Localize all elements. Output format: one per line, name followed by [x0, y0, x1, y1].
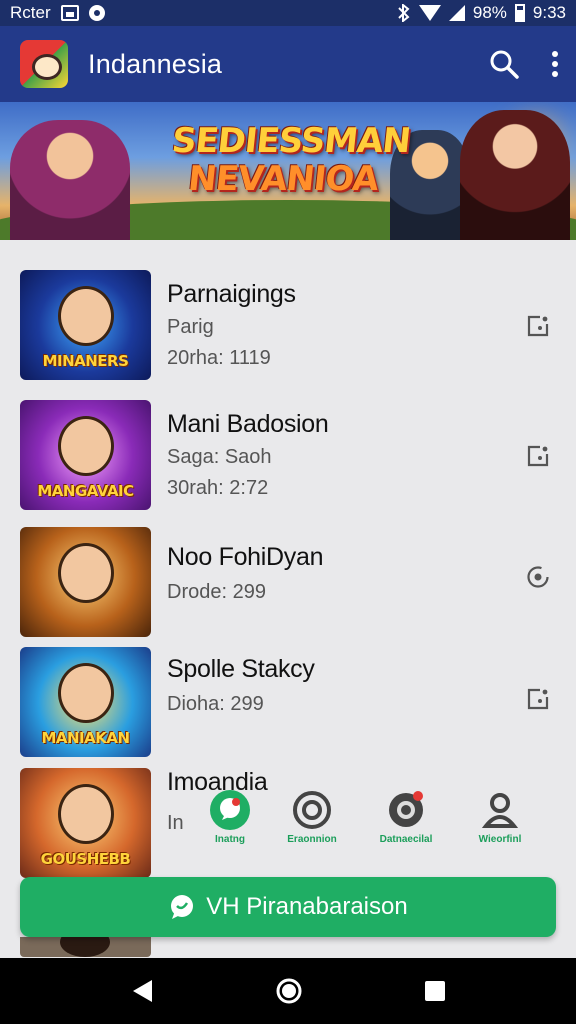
- list-item-subtitle: Saga: Saoh: [167, 446, 272, 468]
- battery-percent: 98%: [472, 3, 507, 22]
- list-item-subtitle: Dioha: 299: [167, 693, 264, 715]
- app-title: Indannesia: [88, 48, 223, 79]
- share-box-icon[interactable]: [526, 314, 550, 338]
- clock: 9:33: [532, 3, 566, 22]
- share-option-camera[interactable]: Datnaecilal: [371, 790, 441, 845]
- share-option-label: Datnaecilal: [379, 834, 433, 845]
- list-item-meta: 30rah: 2:72: [167, 477, 269, 499]
- list-item[interactable]: Noo FohiDyan Drode: 299: [0, 527, 576, 647]
- character-face: [58, 416, 114, 476]
- whatsapp-icon: [210, 790, 250, 830]
- game-thumbnail: GOUSHEBB: [20, 768, 151, 878]
- share-box-icon[interactable]: [526, 444, 550, 468]
- target-icon: [292, 790, 332, 830]
- thumbnail-caption: MANIAKAN: [41, 729, 130, 747]
- carrier-label: Rcter: [10, 3, 51, 22]
- search-icon[interactable]: [488, 48, 520, 80]
- thumbnail-caption: MINANERS: [42, 352, 129, 370]
- media-notification-icon: [88, 5, 105, 21]
- list-item[interactable]: MANGAVAIC Mani Badosion Saga: Saoh 30rah…: [0, 400, 576, 520]
- game-thumbnail: [20, 527, 151, 637]
- thumbnail-caption: MANGAVAIC: [37, 482, 134, 500]
- list-item-subtitle: Drode: 299: [167, 581, 266, 603]
- system-nav-bar: [0, 958, 576, 1024]
- game-thumbnail: MANGAVAIC: [20, 400, 151, 510]
- wifi-icon: [418, 5, 441, 21]
- character-face: [58, 784, 114, 844]
- list-item-title: Spolle Stakcy: [167, 655, 315, 683]
- share-option-whatsapp[interactable]: Inatng: [195, 790, 265, 845]
- list-item-subtitle: Parig: [167, 316, 214, 338]
- bluetooth-icon: [398, 4, 410, 22]
- banner-hero-right: [460, 110, 570, 240]
- primary-action-label: VH Piranabaraison: [206, 893, 408, 920]
- next-item-thumbnail-peek: [20, 937, 151, 957]
- app-logo: [20, 40, 68, 88]
- battery-icon: [514, 4, 525, 22]
- recents-icon[interactable]: [424, 980, 446, 1002]
- more-vert-icon[interactable]: [550, 49, 560, 79]
- camera-icon: [386, 790, 426, 830]
- banner-title-line1: SEDIESSMAN: [169, 121, 412, 161]
- game-thumbnail: MANIAKAN: [20, 647, 151, 757]
- list-item-meta: 20rha: 1119: [167, 347, 271, 369]
- share-box-icon[interactable]: [526, 687, 550, 711]
- refresh-circle-icon[interactable]: [526, 565, 550, 589]
- share-option-label: Eraonnion: [287, 834, 337, 845]
- app-bar: Indannesia: [0, 26, 576, 102]
- share-option-label: Inatng: [215, 834, 245, 845]
- share-options: Inatng Eraonnion Datnaecilal Wieorfinl: [195, 790, 535, 850]
- primary-action-button[interactable]: VH Piranabaraison: [20, 877, 556, 937]
- game-thumbnail: MINANERS: [20, 270, 151, 380]
- share-option-person[interactable]: Wieorfinl: [465, 790, 535, 845]
- chat-bubble-icon: [171, 895, 194, 919]
- thumbnail-caption: GOUSHEBB: [40, 850, 131, 868]
- image-notification-icon: [60, 5, 79, 21]
- share-option-target[interactable]: Eraonnion: [277, 790, 347, 845]
- home-icon[interactable]: [275, 977, 303, 1005]
- list-item-title: Mani Badosion: [167, 410, 329, 438]
- banner-title-line2: NEVANIOA: [186, 159, 380, 199]
- back-icon[interactable]: [130, 978, 154, 1004]
- list-item[interactable]: MANIAKAN Spolle Stakcy Dioha: 299: [0, 647, 576, 767]
- character-face: [58, 543, 114, 603]
- person-icon: [480, 790, 520, 830]
- promo-banner[interactable]: SEDIESSMAN NEVANIOA: [0, 102, 576, 240]
- share-option-label: Wieorfinl: [478, 834, 522, 845]
- list-item-subtitle: In: [167, 812, 184, 834]
- list-item-title: Parnaigings: [167, 280, 296, 308]
- banner-hero-left: [10, 120, 130, 240]
- status-bar: Rcter 98% 9:33: [0, 0, 576, 26]
- character-face: [58, 286, 114, 346]
- banner-title: SEDIESSMAN NEVANIOA: [166, 121, 412, 199]
- list-item[interactable]: MINANERS Parnaigings Parig 20rha: 1119: [0, 270, 576, 390]
- character-face: [58, 663, 114, 723]
- list-item-title: Noo FohiDyan: [167, 543, 324, 571]
- cell-signal-icon: [448, 5, 465, 21]
